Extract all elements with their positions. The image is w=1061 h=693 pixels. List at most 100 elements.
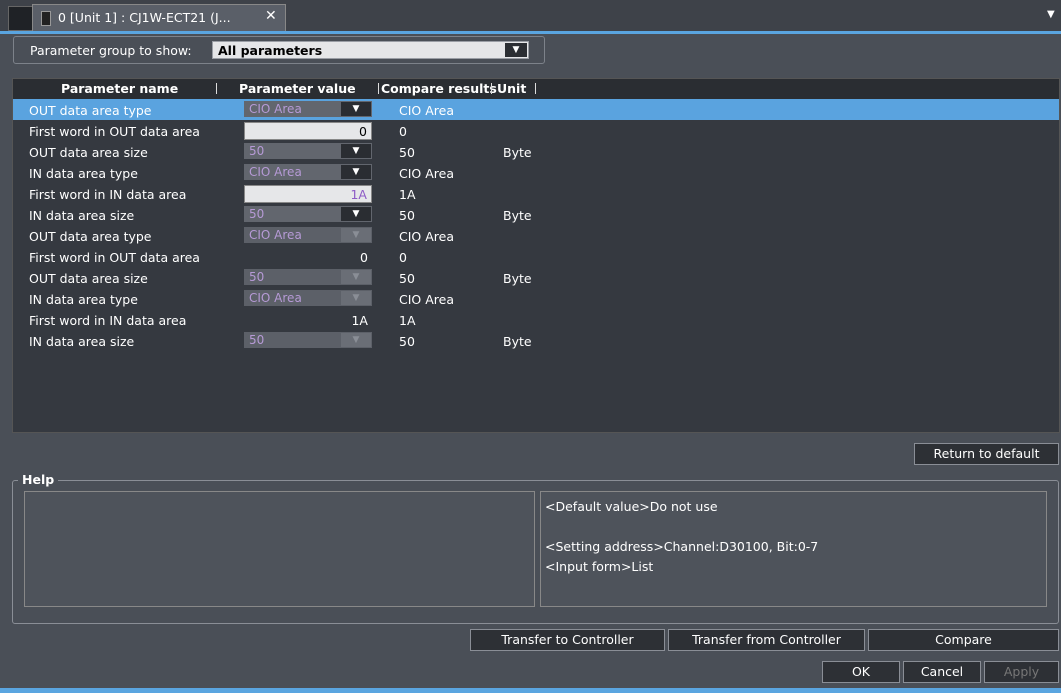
cancel-button[interactable]: Cancel xyxy=(903,661,981,683)
parameter-name: OUT data area type xyxy=(29,229,152,244)
chevron-down-icon[interactable]: ▼ xyxy=(341,144,371,158)
parameter-value-select[interactable]: 50 ▼ xyxy=(244,143,372,159)
tab-menu-chevron-down-icon[interactable]: ▼ xyxy=(1047,9,1055,20)
parameter-value: 50 xyxy=(249,144,265,158)
compare-result: CIO Area xyxy=(399,292,454,307)
parameter-value-select[interactable]: CIO Area ▼ xyxy=(244,164,372,180)
table-row[interactable]: IN data area type CIO Area ▼ CIO Area xyxy=(13,162,1059,183)
parameter-value-select[interactable]: CIO Area ▼ xyxy=(244,101,372,117)
compare-result: 50 xyxy=(399,271,415,286)
unit: Byte xyxy=(503,145,532,160)
table-row[interactable]: OUT data area size 50 ▼ 50 Byte xyxy=(13,267,1059,288)
compare-result: CIO Area xyxy=(399,166,454,181)
parameter-name: OUT data area type xyxy=(29,103,152,118)
table-row[interactable]: IN data area type CIO Area ▼ CIO Area xyxy=(13,288,1059,309)
parameter-value-select: 50 ▼ xyxy=(244,269,372,285)
table-row[interactable]: First word in OUT data area 0 0 xyxy=(13,246,1059,267)
close-icon[interactable]: ✕ xyxy=(265,8,277,24)
parameter-table: Parameter name Parameter value Compare r… xyxy=(12,78,1060,433)
help-setting-address: <Setting address>Channel:D30100, Bit:0-7 xyxy=(545,539,819,554)
tab-title: 0 [Unit 1] : CJ1W-ECT21 (J... xyxy=(58,10,231,25)
parameter-value: CIO Area xyxy=(249,228,302,242)
help-title: Help xyxy=(18,472,59,487)
parameter-value-input[interactable]: 0 xyxy=(244,122,372,140)
table-row[interactable]: IN data area size 50 ▼ 50 Byte xyxy=(13,330,1059,351)
parameter-value: 1A xyxy=(350,187,367,202)
compare-result: CIO Area xyxy=(399,103,454,118)
table-row[interactable]: OUT data area size 50 ▼ 50 Byte xyxy=(13,141,1059,162)
parameter-name: IN data area size xyxy=(29,334,135,349)
parameter-name: OUT data area size xyxy=(29,145,148,160)
parameter-name: First word in OUT data area xyxy=(29,124,200,139)
parameter-value: 50 xyxy=(249,207,265,221)
parameter-value: 1A xyxy=(351,313,368,328)
parameter-group-label: Parameter group to show: xyxy=(30,43,192,58)
table-header: Parameter name Parameter value Compare r… xyxy=(13,79,1059,99)
parameter-value-select: 50 ▼ xyxy=(244,332,372,348)
chevron-down-icon: ▼ xyxy=(341,228,371,242)
column-resize-handle[interactable] xyxy=(216,83,217,94)
chevron-down-icon[interactable]: ▼ xyxy=(341,207,371,221)
compare-result: 50 xyxy=(399,145,415,160)
parameter-name: IN data area type xyxy=(29,166,138,181)
column-resize-handle[interactable] xyxy=(491,83,492,94)
parameter-name: First word in IN data area xyxy=(29,313,187,328)
parameter-name: First word in IN data area xyxy=(29,187,187,202)
column-header-unit[interactable]: Unit xyxy=(497,81,526,96)
unit: Byte xyxy=(503,271,532,286)
compare-result: 50 xyxy=(399,334,415,349)
parameter-value-select: CIO Area ▼ xyxy=(244,227,372,243)
table-row[interactable]: First word in OUT data area 0 0 xyxy=(13,120,1059,141)
column-header-compare[interactable]: Compare results xyxy=(381,81,497,96)
compare-button[interactable]: Compare xyxy=(868,629,1059,651)
compare-result: 50 xyxy=(399,208,415,223)
parameter-group-value: All parameters xyxy=(218,43,323,58)
chevron-down-icon[interactable]: ▼ xyxy=(505,43,527,57)
transfer-from-controller-button[interactable]: Transfer from Controller xyxy=(668,629,865,651)
table-row[interactable]: IN data area size 50 ▼ 50 Byte xyxy=(13,204,1059,225)
ok-button[interactable]: OK xyxy=(822,661,900,683)
parameter-name: First word in OUT data area xyxy=(29,250,200,265)
document-tab[interactable]: 0 [Unit 1] : CJ1W-ECT21 (J... ✕ xyxy=(32,4,286,31)
help-input-form: <Input form>List xyxy=(545,559,654,574)
parameter-value: CIO Area xyxy=(249,165,302,179)
help-details-panel: <Default value>Do not use <Setting addre… xyxy=(540,491,1047,607)
parameter-value-select[interactable]: 50 ▼ xyxy=(244,206,372,222)
parameter-value-input[interactable]: 1A xyxy=(244,185,372,203)
table-row[interactable]: First word in IN data area 1A 1A xyxy=(13,309,1059,330)
document-tab-strip: 0 [Unit 1] : CJ1W-ECT21 (J... ✕ ▼ xyxy=(0,0,1061,33)
table-row[interactable]: OUT data area type CIO Area ▼ CIO Area xyxy=(13,99,1059,120)
unit: Byte xyxy=(503,208,532,223)
table-row[interactable]: First word in IN data area 1A 1A xyxy=(13,183,1059,204)
unit: Byte xyxy=(503,334,532,349)
chevron-down-icon: ▼ xyxy=(341,333,371,347)
parameter-group-select[interactable]: All parameters ▼ xyxy=(212,41,529,59)
parameter-value: 0 xyxy=(360,250,368,265)
transfer-to-controller-button[interactable]: Transfer to Controller xyxy=(470,629,665,651)
compare-result: 1A xyxy=(399,313,416,328)
parameter-value-select: CIO Area ▼ xyxy=(244,290,372,306)
compare-result: 0 xyxy=(399,250,407,265)
window-bottom-accent xyxy=(0,688,1061,693)
column-header-name[interactable]: Parameter name xyxy=(61,81,178,96)
tab-strip-left-pad xyxy=(8,6,34,31)
chevron-down-icon: ▼ xyxy=(341,270,371,284)
chevron-down-icon[interactable]: ▼ xyxy=(341,102,371,116)
table-row[interactable]: OUT data area type CIO Area ▼ CIO Area xyxy=(13,225,1059,246)
chevron-down-icon[interactable]: ▼ xyxy=(341,165,371,179)
parameter-name: IN data area type xyxy=(29,292,138,307)
apply-button[interactable]: Apply xyxy=(984,661,1059,683)
chevron-down-icon: ▼ xyxy=(341,291,371,305)
compare-result: 0 xyxy=(399,124,407,139)
parameter-value: CIO Area xyxy=(249,102,302,116)
parameter-value: 0 xyxy=(359,124,367,139)
parameter-name: OUT data area size xyxy=(29,271,148,286)
column-resize-handle[interactable] xyxy=(378,83,379,94)
column-resize-handle[interactable] xyxy=(535,83,536,94)
parameter-name: IN data area size xyxy=(29,208,135,223)
parameter-value: CIO Area xyxy=(249,291,302,305)
return-to-default-button[interactable]: Return to default xyxy=(914,443,1059,465)
help-default-value: <Default value>Do not use xyxy=(545,499,718,514)
compare-result: 1A xyxy=(399,187,416,202)
column-header-value[interactable]: Parameter value xyxy=(239,81,356,96)
